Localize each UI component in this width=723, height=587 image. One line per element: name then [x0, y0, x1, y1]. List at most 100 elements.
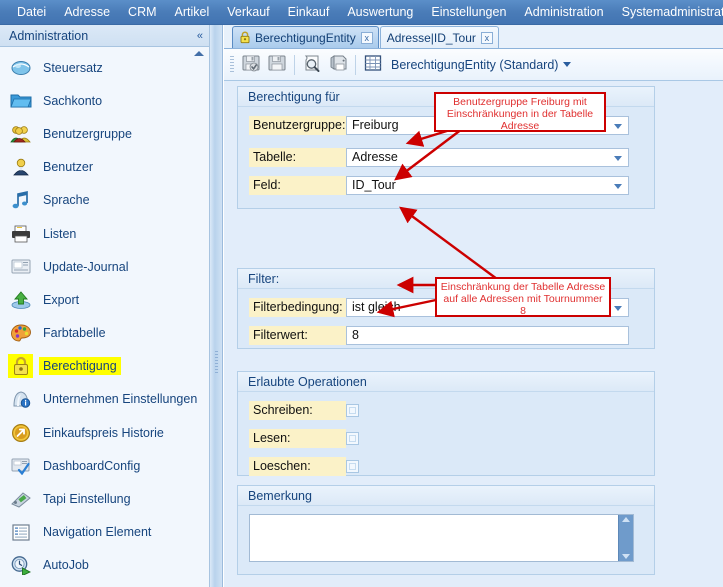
tabelle-combobox[interactable]: Adresse	[346, 147, 629, 167]
sidebar-item-label: Benutzergruppe	[43, 126, 132, 141]
group-title: Erlaubte Operationen	[248, 374, 367, 389]
panel-splitter[interactable]	[210, 25, 223, 587]
menu-item-artikel[interactable]: Artikel	[166, 3, 219, 21]
field-row-benutzergruppe: Benutzergruppe: Freiburg	[238, 115, 654, 135]
chevron-down-icon[interactable]	[614, 305, 622, 311]
sidebar-item-label: Einkaufspreis Historie	[43, 425, 164, 440]
user-group-icon	[8, 122, 33, 146]
print-button[interactable]	[325, 52, 351, 78]
close-icon[interactable]: x	[480, 31, 493, 44]
scroll-down-arrow-icon[interactable]	[622, 554, 630, 559]
menu-item-einkauf[interactable]: Einkauf	[279, 3, 339, 21]
sidebar-item-navigation-element[interactable]: Navigation Element	[0, 516, 209, 549]
toolbar-grip[interactable]	[230, 55, 234, 74]
sidebar-item-export[interactable]: Export	[0, 283, 209, 316]
group-header: Berechtigung für	[238, 87, 654, 107]
sidebar-item-sachkonto[interactable]: Sachkonto	[0, 84, 209, 117]
group-erlaubte-operationen: Erlaubte Operationen Schreiben: Lesen: L…	[237, 371, 655, 476]
group-berechtigung-fuer: Berechtigung für Benutzergruppe: Freibur…	[237, 86, 655, 209]
toolbar-separator	[355, 54, 356, 75]
menu-item-einstellungen[interactable]: Einstellungen	[422, 3, 515, 21]
field-row-loeschen: Loeschen:	[238, 456, 654, 476]
field-label-lesen: Lesen:	[249, 428, 346, 448]
chevron-down-icon[interactable]	[614, 123, 622, 129]
color-palette-icon	[8, 321, 33, 345]
page-magnifier-icon	[302, 53, 323, 76]
sidebar-item-update-journal[interactable]: Update-Journal	[0, 250, 209, 283]
sidebar-item-einkaufspreis-historie[interactable]: Einkaufspreis Historie	[0, 416, 209, 449]
main-menu-bar: Datei Adresse CRM Artikel Verkauf Einkau…	[0, 0, 723, 25]
navigation-list-icon	[8, 520, 33, 544]
group-body	[238, 514, 654, 570]
loeschen-checkbox[interactable]	[346, 459, 359, 473]
sidebar-item-listen[interactable]: Listen	[0, 217, 209, 250]
menu-item-administration[interactable]: Administration	[515, 3, 612, 21]
dashboard-check-icon	[8, 454, 33, 478]
menu-item-crm[interactable]: CRM	[119, 3, 165, 21]
splitter-grip[interactable]	[215, 350, 218, 373]
sidebar-item-label: Farbtabelle	[43, 326, 106, 341]
sidebar-item-berechtigung[interactable]: Berechtigung	[0, 350, 209, 383]
telephone-icon	[8, 487, 33, 511]
sidebar-item-farbtabelle[interactable]: Farbtabelle	[0, 317, 209, 350]
main-work-area: BerechtigungEntity x Adresse|ID_Tour x B…	[224, 25, 723, 587]
grid-layout-button[interactable]	[360, 52, 386, 78]
group-body: Benutzergruppe: Freiburg Tabelle: Adress…	[238, 107, 654, 203]
sidebar-item-label: DashboardConfig	[43, 458, 141, 473]
chevron-double-left-icon[interactable]: «	[197, 30, 203, 42]
tab-adresse-id-tour[interactable]: Adresse|ID_Tour x	[379, 26, 499, 48]
menu-item-verkauf[interactable]: Verkauf	[218, 3, 278, 21]
padlock-icon	[239, 31, 251, 44]
menu-item-auswertung[interactable]: Auswertung	[338, 3, 422, 21]
field-row-feld: Feld: ID_Tour	[238, 175, 654, 195]
autojob-clock-icon	[8, 553, 33, 577]
field-label-filterwert: Filterwert:	[249, 325, 346, 345]
sidebar-item-dashboardconfig[interactable]: DashboardConfig	[0, 449, 209, 482]
group-title: Berechtigung für	[248, 89, 340, 104]
sidebar-item-tapi-einstellung[interactable]: Tapi Einstellung	[0, 482, 209, 515]
sidebar-item-label: Export	[43, 292, 80, 307]
sidebar-item-sprache[interactable]: Sprache	[0, 184, 209, 217]
close-icon[interactable]: x	[360, 31, 373, 44]
view-selector-label[interactable]: BerechtigungEntity (Standard)	[391, 58, 558, 72]
sidebar-item-label: Update-Journal	[43, 259, 129, 274]
save-and-check-button[interactable]	[238, 52, 264, 78]
tab-label: BerechtigungEntity	[255, 30, 356, 45]
sidebar-item-label: Berechtigung	[39, 357, 121, 376]
sidebar-item-benutzer[interactable]: Benutzer	[0, 151, 209, 184]
field-label-filterbedingung: Filterbedingung:	[249, 297, 346, 317]
sidebar-item-benutzergruppe[interactable]: Benutzergruppe	[0, 117, 209, 150]
chevron-down-icon[interactable]	[614, 183, 622, 189]
folder-icon	[8, 89, 33, 113]
save-button[interactable]	[264, 52, 290, 78]
filterwert-input[interactable]: 8	[346, 325, 629, 345]
lesen-checkbox[interactable]	[346, 431, 359, 445]
journal-icon	[8, 255, 33, 279]
sidebar-item-steuersatz[interactable]: Steuersatz	[0, 51, 209, 84]
menu-item-datei[interactable]: Datei	[8, 3, 55, 21]
scroll-up-arrow-icon[interactable]	[622, 517, 630, 522]
filterbedingung-combobox[interactable]: ist gleich	[346, 297, 629, 317]
scroll-up-arrow-icon[interactable]	[194, 51, 204, 56]
schreiben-checkbox[interactable]	[346, 403, 359, 417]
menu-item-systemadministration[interactable]: Systemadministration	[613, 3, 723, 21]
feld-combobox[interactable]: ID_Tour	[346, 175, 629, 195]
printer-list-icon	[8, 222, 33, 246]
chevron-down-icon[interactable]	[614, 155, 622, 161]
tab-berechtigungentity[interactable]: BerechtigungEntity x	[232, 26, 379, 48]
sidebar-item-unternehmen-einstellungen[interactable]: Unternehmen Einstellungen	[0, 383, 209, 416]
bemerkung-scrollbar[interactable]	[618, 515, 633, 561]
chevron-down-icon[interactable]	[563, 62, 572, 67]
group-bemerkung: Bemerkung	[237, 485, 655, 575]
menu-item-adresse[interactable]: Adresse	[55, 3, 119, 21]
sidebar-item-label: Navigation Element	[43, 525, 152, 540]
tab-strip: BerechtigungEntity x Adresse|ID_Tour x	[224, 25, 723, 49]
group-title: Bemerkung	[248, 488, 312, 503]
sidebar-header: Administration «	[0, 25, 209, 47]
print-preview-button[interactable]	[299, 52, 325, 78]
bemerkung-textarea[interactable]	[249, 514, 634, 562]
sidebar-item-label: AutoJob	[43, 558, 89, 573]
sidebar-item-autojob[interactable]: AutoJob	[0, 549, 209, 582]
benutzergruppe-combobox[interactable]: Freiburg	[346, 115, 629, 135]
tabelle-value: Adresse	[352, 150, 398, 164]
